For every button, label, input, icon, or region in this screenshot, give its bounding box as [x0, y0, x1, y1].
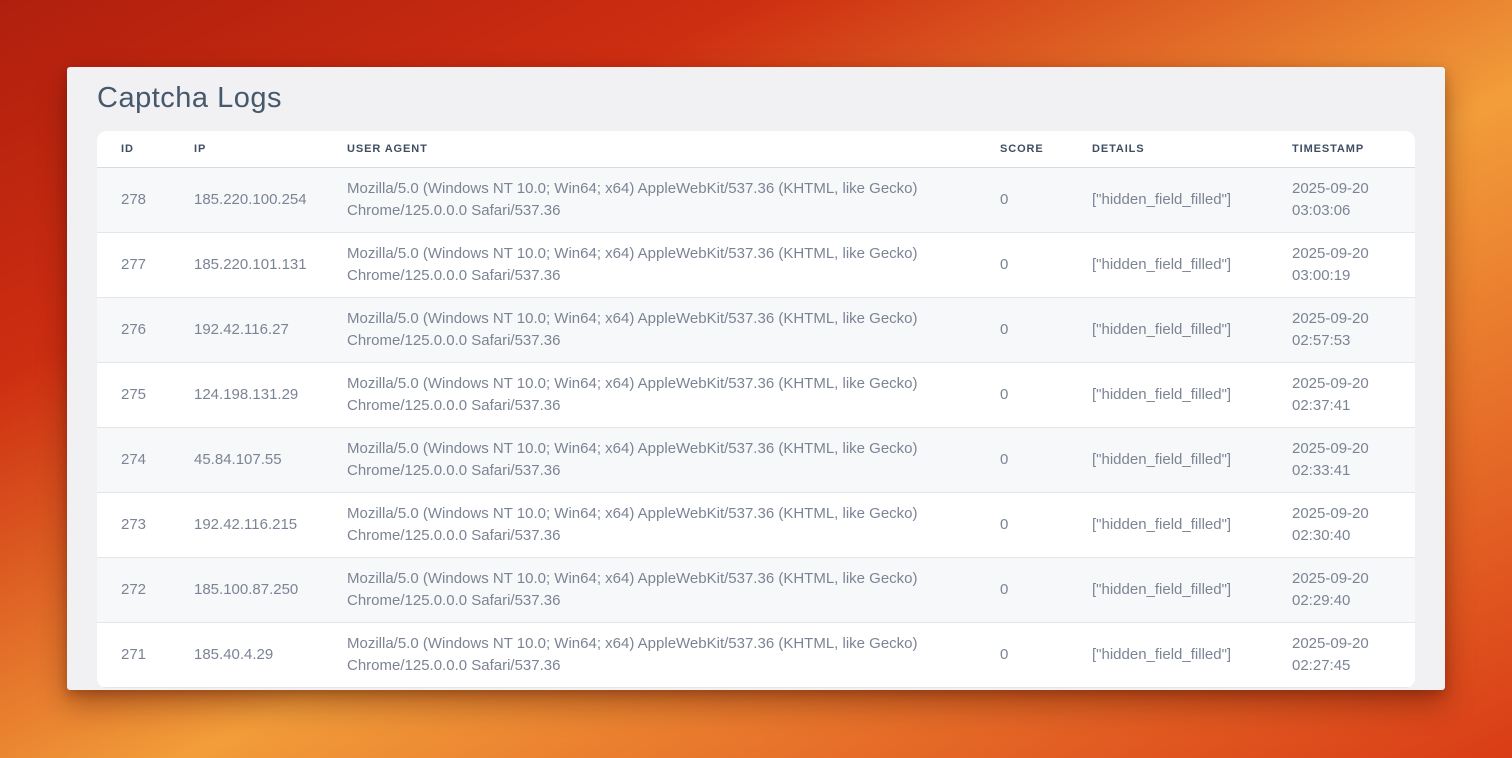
cell-ip: 185.220.101.131	[170, 232, 323, 297]
cell-id: 276	[97, 297, 170, 362]
captcha-logs-card: Captcha Logs IDIPUSER AGENTSCOREDETAILST…	[67, 67, 1445, 690]
cell-score: 0	[976, 557, 1068, 622]
column-header-id: ID	[97, 131, 170, 167]
cell-id: 272	[97, 557, 170, 622]
cell-ip: 185.100.87.250	[170, 557, 323, 622]
cell-id: 277	[97, 232, 170, 297]
cell-details: ["hidden_field_filled"]	[1068, 622, 1268, 687]
cell-user_agent: Mozilla/5.0 (Windows NT 10.0; Win64; x64…	[323, 492, 976, 557]
cell-timestamp: 2025-09-20 02:27:45	[1268, 622, 1415, 687]
column-header-score: SCORE	[976, 131, 1068, 167]
cell-ip: 45.84.107.55	[170, 427, 323, 492]
table-row: 27445.84.107.55Mozilla/5.0 (Windows NT 1…	[97, 427, 1415, 492]
cell-ip: 124.198.131.29	[170, 362, 323, 427]
cell-details: ["hidden_field_filled"]	[1068, 427, 1268, 492]
cell-user_agent: Mozilla/5.0 (Windows NT 10.0; Win64; x64…	[323, 622, 976, 687]
table-header-row: IDIPUSER AGENTSCOREDETAILSTIMESTAMP	[97, 131, 1415, 167]
cell-details: ["hidden_field_filled"]	[1068, 297, 1268, 362]
cell-details: ["hidden_field_filled"]	[1068, 557, 1268, 622]
cell-timestamp: 2025-09-20 02:33:41	[1268, 427, 1415, 492]
cell-id: 275	[97, 362, 170, 427]
cell-user_agent: Mozilla/5.0 (Windows NT 10.0; Win64; x64…	[323, 297, 976, 362]
table-row: 275124.198.131.29Mozilla/5.0 (Windows NT…	[97, 362, 1415, 427]
cell-score: 0	[976, 622, 1068, 687]
cell-ip: 192.42.116.27	[170, 297, 323, 362]
cell-user_agent: Mozilla/5.0 (Windows NT 10.0; Win64; x64…	[323, 167, 976, 232]
captcha-logs-table: IDIPUSER AGENTSCOREDETAILSTIMESTAMP 2781…	[97, 131, 1415, 688]
table-row: 272185.100.87.250Mozilla/5.0 (Windows NT…	[97, 557, 1415, 622]
cell-score: 0	[976, 297, 1068, 362]
cell-timestamp: 2025-09-20 02:37:41	[1268, 362, 1415, 427]
cell-id: 273	[97, 492, 170, 557]
cell-user_agent: Mozilla/5.0 (Windows NT 10.0; Win64; x64…	[323, 362, 976, 427]
cell-score: 0	[976, 167, 1068, 232]
column-header-timestamp: TIMESTAMP	[1268, 131, 1415, 167]
cell-score: 0	[976, 232, 1068, 297]
cell-score: 0	[976, 427, 1068, 492]
column-header-ip: IP	[170, 131, 323, 167]
cell-user_agent: Mozilla/5.0 (Windows NT 10.0; Win64; x64…	[323, 557, 976, 622]
table-row: 278185.220.100.254Mozilla/5.0 (Windows N…	[97, 167, 1415, 232]
cell-timestamp: 2025-09-20 03:03:06	[1268, 167, 1415, 232]
table-row: 277185.220.101.131Mozilla/5.0 (Windows N…	[97, 232, 1415, 297]
cell-user_agent: Mozilla/5.0 (Windows NT 10.0; Win64; x64…	[323, 427, 976, 492]
cell-timestamp: 2025-09-20 02:29:40	[1268, 557, 1415, 622]
table-row: 271185.40.4.29Mozilla/5.0 (Windows NT 10…	[97, 622, 1415, 687]
column-header-user_agent: USER AGENT	[323, 131, 976, 167]
logs-table: IDIPUSER AGENTSCOREDETAILSTIMESTAMP 2781…	[97, 131, 1415, 688]
page-title: Captcha Logs	[67, 67, 1445, 116]
cell-id: 278	[97, 167, 170, 232]
table-row: 273192.42.116.215Mozilla/5.0 (Windows NT…	[97, 492, 1415, 557]
cell-score: 0	[976, 362, 1068, 427]
cell-id: 271	[97, 622, 170, 687]
cell-details: ["hidden_field_filled"]	[1068, 362, 1268, 427]
cell-details: ["hidden_field_filled"]	[1068, 492, 1268, 557]
cell-timestamp: 2025-09-20 02:30:40	[1268, 492, 1415, 557]
table-row: 276192.42.116.27Mozilla/5.0 (Windows NT …	[97, 297, 1415, 362]
cell-user_agent: Mozilla/5.0 (Windows NT 10.0; Win64; x64…	[323, 232, 976, 297]
cell-details: ["hidden_field_filled"]	[1068, 167, 1268, 232]
cell-details: ["hidden_field_filled"]	[1068, 232, 1268, 297]
cell-ip: 185.220.100.254	[170, 167, 323, 232]
cell-ip: 192.42.116.215	[170, 492, 323, 557]
cell-ip: 185.40.4.29	[170, 622, 323, 687]
cell-score: 0	[976, 492, 1068, 557]
cell-timestamp: 2025-09-20 02:57:53	[1268, 297, 1415, 362]
cell-id: 274	[97, 427, 170, 492]
cell-timestamp: 2025-09-20 03:00:19	[1268, 232, 1415, 297]
column-header-details: DETAILS	[1068, 131, 1268, 167]
